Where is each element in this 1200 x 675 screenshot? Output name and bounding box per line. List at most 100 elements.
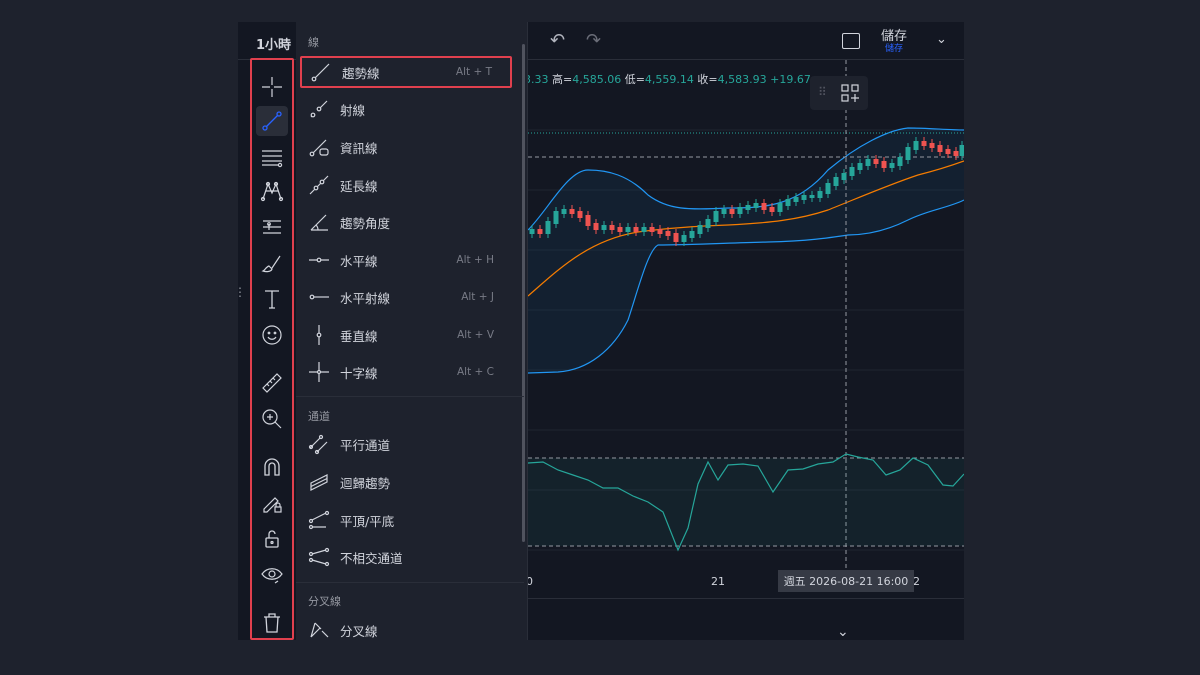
candle-body bbox=[945, 149, 951, 154]
vertical-line-icon bbox=[304, 324, 334, 346]
add-widget-icon[interactable] bbox=[840, 83, 860, 103]
candle-body bbox=[569, 209, 575, 214]
candle-body bbox=[857, 163, 863, 170]
time-axis-separator bbox=[528, 598, 964, 599]
menu-item-label: 平頂/平底 bbox=[340, 513, 395, 529]
candle-body bbox=[585, 215, 591, 226]
menu-item-horizontal-line[interactable]: 水平線 Alt + H bbox=[300, 244, 512, 276]
menu-item-vertical-line[interactable]: 垂直線 Alt + V bbox=[300, 319, 512, 351]
candle-body bbox=[665, 231, 671, 236]
candle-body bbox=[561, 209, 567, 214]
candle-body bbox=[657, 229, 663, 234]
menu-item-flat-top-bottom[interactable]: 平頂/平底 bbox=[300, 504, 512, 536]
candle-body bbox=[889, 163, 895, 168]
candle-body bbox=[713, 211, 719, 222]
info-line-icon bbox=[304, 136, 334, 158]
low-label: 低= bbox=[624, 73, 645, 86]
chevron-down-icon[interactable]: ⌄ bbox=[837, 624, 849, 640]
candle-body bbox=[617, 227, 623, 232]
oscillator-pane-bg bbox=[528, 458, 964, 546]
menu-item-trend-angle[interactable]: 趨勢角度 bbox=[300, 206, 512, 238]
text-icon[interactable] bbox=[256, 284, 288, 314]
candle-body bbox=[849, 167, 855, 176]
candle-body bbox=[721, 209, 727, 214]
trash-icon[interactable] bbox=[256, 608, 288, 638]
candle-body bbox=[959, 145, 964, 156]
section-lines-title: 線 bbox=[308, 36, 319, 49]
candle-body bbox=[545, 221, 551, 234]
menu-item-info-line[interactable]: 資訊線 bbox=[300, 131, 512, 163]
candle-body bbox=[953, 151, 959, 156]
menu-item-label: 趨勢線 bbox=[342, 65, 380, 81]
menu-item-pitchfork[interactable]: 分叉線 bbox=[300, 614, 512, 640]
menu-item-extended-line[interactable]: 延長線 bbox=[300, 169, 512, 201]
timeframe-button[interactable]: 1小時 bbox=[256, 34, 291, 53]
candle-body bbox=[809, 195, 815, 198]
lock-icon[interactable] bbox=[256, 524, 288, 554]
menu-item-regression-trend[interactable]: 迴歸趨勢 bbox=[300, 466, 512, 498]
menu-item-shortcut: Alt + H bbox=[456, 254, 494, 266]
magnet-icon[interactable] bbox=[256, 452, 288, 482]
trend-line-icon bbox=[306, 61, 336, 83]
time-axis-label: 2 bbox=[913, 575, 920, 588]
drawing-tools-menu: 線 趨勢線 Alt + T 射線 資訊線 延長線 趨勢角度 水平線 Alt + … bbox=[296, 22, 528, 640]
trend-line-icon[interactable] bbox=[256, 106, 288, 136]
lock-drawing-icon[interactable] bbox=[256, 488, 288, 518]
toolbar-collapse-handle[interactable]: ⋮ bbox=[234, 285, 246, 299]
candle-body bbox=[593, 223, 599, 230]
eye-icon[interactable] bbox=[256, 560, 288, 590]
menu-item-label: 不相交通道 bbox=[340, 550, 403, 566]
drag-handle-icon[interactable]: ⠿ bbox=[818, 85, 827, 99]
brush-icon[interactable] bbox=[256, 248, 288, 278]
prediction-icon[interactable] bbox=[256, 212, 288, 242]
candle-body bbox=[633, 227, 639, 232]
redo-icon[interactable]: ↷ bbox=[586, 30, 601, 51]
candle-body bbox=[609, 225, 615, 230]
drawing-toolbar bbox=[250, 58, 294, 640]
change-value: +19.67 bbox=[770, 73, 811, 86]
close-label: 收= bbox=[697, 73, 718, 86]
candle-body bbox=[689, 231, 695, 238]
menu-item-trend-line[interactable]: 趨勢線 Alt + T bbox=[300, 56, 512, 88]
horizontal-line-icon bbox=[304, 249, 334, 271]
candle-body bbox=[729, 209, 735, 214]
menu-item-label: 水平線 bbox=[340, 253, 378, 269]
undo-icon[interactable]: ↶ bbox=[550, 30, 565, 51]
candle-body bbox=[769, 207, 775, 212]
menu-item-shortcut: Alt + T bbox=[455, 66, 492, 78]
menu-item-ray[interactable]: 射線 bbox=[300, 93, 512, 125]
candle-body bbox=[905, 147, 911, 160]
high-label: 高= bbox=[552, 73, 573, 86]
candle-body bbox=[705, 219, 711, 228]
menu-item-disjoint-channel[interactable]: 不相交通道 bbox=[300, 541, 512, 573]
menu-item-parallel-channel[interactable]: 平行通道 bbox=[300, 428, 512, 460]
menu-item-label: 迴歸趨勢 bbox=[340, 475, 391, 491]
zoom-icon[interactable] bbox=[256, 404, 288, 434]
candle-body bbox=[833, 177, 839, 186]
menu-item-label: 資訊線 bbox=[340, 140, 378, 156]
trend-angle-icon bbox=[304, 211, 334, 233]
save-label: 儲存 bbox=[881, 29, 908, 44]
fib-icon[interactable] bbox=[256, 142, 288, 172]
menu-divider bbox=[296, 396, 524, 397]
menu-item-label: 趨勢角度 bbox=[340, 215, 391, 231]
candle-body bbox=[873, 159, 879, 164]
horizontal-ray-icon bbox=[304, 286, 334, 308]
layout-icon[interactable] bbox=[842, 33, 860, 49]
save-button[interactable]: 儲存 儲存 bbox=[881, 29, 908, 55]
candle-body bbox=[761, 203, 767, 210]
chevron-down-icon[interactable]: ⌄ bbox=[936, 32, 947, 47]
emoji-icon[interactable] bbox=[256, 320, 288, 350]
candle-body bbox=[777, 203, 783, 212]
price-chart[interactable] bbox=[528, 60, 964, 630]
candle-body bbox=[753, 203, 759, 208]
ruler-icon[interactable] bbox=[256, 368, 288, 398]
pattern-icon[interactable] bbox=[256, 176, 288, 206]
menu-scrollbar[interactable] bbox=[522, 44, 525, 542]
candle-body bbox=[577, 211, 583, 218]
menu-item-horizontal-ray[interactable]: 水平射線 Alt + J bbox=[300, 281, 512, 313]
crosshair-icon[interactable] bbox=[256, 72, 288, 102]
candle-body bbox=[681, 235, 687, 242]
menu-item-cross-line[interactable]: 十字線 Alt + C bbox=[300, 356, 512, 388]
menu-divider bbox=[296, 582, 524, 583]
